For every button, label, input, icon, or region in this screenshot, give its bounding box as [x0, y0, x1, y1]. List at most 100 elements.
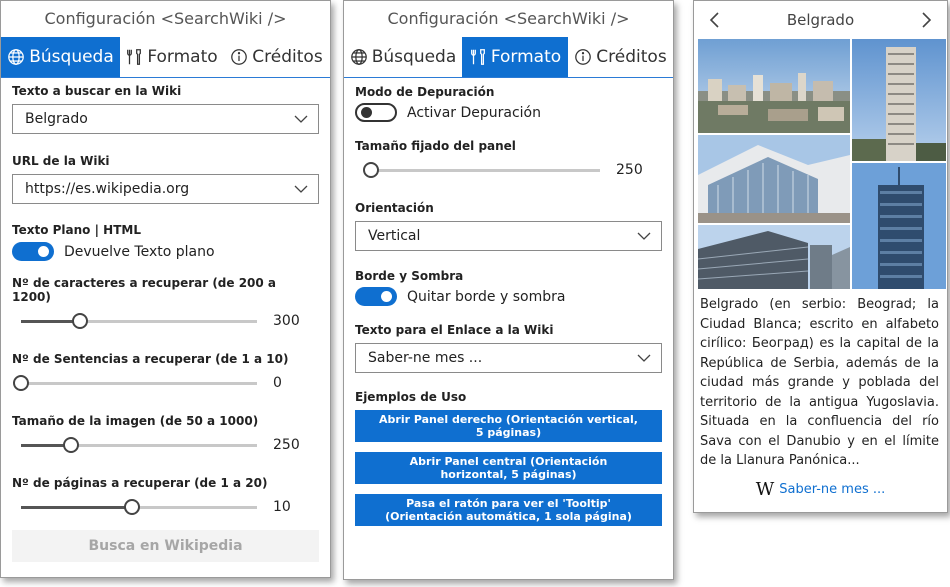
wiki-result-panel: Belgrado Belgrado (en serbio: Beograd; l… [693, 0, 948, 513]
orientation-label: Orientación [355, 201, 434, 215]
chevron-down-icon [294, 185, 308, 193]
toggle-knob [381, 291, 392, 302]
url-label: URL de la Wiki [12, 154, 110, 168]
chars-value: 300 [273, 313, 300, 329]
link-text-label: Texto para el Enlace a la Wiki [355, 323, 554, 337]
tab-label: Créditos [596, 47, 667, 67]
debug-toggle-text: Activar Depuración [407, 104, 541, 121]
link-text-value: Saber-ne mes ... [368, 350, 483, 366]
format-toggle-row: Devuelve Texto plano [12, 242, 319, 261]
globe-icon [8, 49, 25, 65]
glass-tower-photo[interactable] [852, 163, 946, 289]
chars-label: Nº de caracteres a recuperar (de 200 a 1… [12, 276, 277, 304]
open-right-panel-button[interactable]: Abrir Panel derecho (Orientación vertica… [355, 410, 662, 442]
tab-label: Formato [490, 47, 562, 67]
examples-label: Ejemplos de Uso [355, 390, 467, 404]
orientation-select[interactable]: Vertical [355, 221, 662, 251]
wikipedia-logo-icon: W [755, 478, 775, 500]
article-extract: Belgrado (en serbio: Beograd; la Ciudad … [700, 297, 939, 468]
panel-size-slider[interactable] [363, 161, 600, 178]
building-photo[interactable] [698, 225, 850, 289]
url-input[interactable]: https://es.wikipedia.org [12, 174, 319, 204]
globe-icon [350, 49, 367, 65]
search-input[interactable]: Belgrado [12, 104, 319, 134]
toggle-knob [38, 246, 49, 257]
border-label: Borde y Sombra [355, 269, 464, 283]
config-panel-formato: Configuración <SearchWiki /> Búsqueda Fo… [343, 0, 674, 580]
more-link-text: Saber-ne mes ... [779, 481, 886, 497]
image-slider-row: 250 [12, 434, 319, 456]
chevron-down-icon [637, 354, 651, 362]
tab-bar: Búsqueda Formato Créditos [344, 37, 673, 78]
format-toggle[interactable] [12, 242, 54, 261]
tab-bar: Búsqueda Formato Créditos [1, 37, 330, 78]
debug-label: Modo de Depuración [355, 85, 495, 99]
image-label: Tamaño de la imagen (de 50 a 1000) [12, 414, 259, 428]
panel-title: Configuración <SearchWiki /> [387, 9, 630, 28]
chevron-right-icon[interactable] [921, 11, 933, 29]
tab-label: Créditos [252, 47, 323, 67]
tab-label: Búsqueda [29, 47, 114, 67]
config-panel-busqueda: Configuración <SearchWiki /> Búsqueda Fo… [0, 0, 331, 578]
tab-formato[interactable]: Formato [120, 37, 223, 77]
tools-icon [127, 49, 142, 65]
pages-label: Nº de páginas a recuperar (de 1 a 20) [12, 476, 268, 490]
chars-slider[interactable] [21, 312, 257, 329]
city-photo[interactable] [698, 39, 850, 133]
orientation-value: Vertical [368, 228, 421, 244]
search-wikipedia-button[interactable]: Busca en Wikipedia [12, 530, 319, 562]
more-link[interactable]: W Saber-ne mes ... [694, 479, 947, 500]
pages-slider-row: 10 [12, 496, 319, 518]
format-toggle-text: Devuelve Texto plano [64, 243, 215, 260]
result-title: Belgrado [786, 11, 855, 29]
toggle-knob [361, 107, 372, 118]
pages-slider[interactable] [21, 498, 257, 515]
chars-slider-row: 300 [12, 310, 319, 332]
slider-thumb[interactable] [123, 498, 140, 515]
tab-creditos[interactable]: Créditos [568, 37, 673, 77]
border-toggle-text: Quitar borde y sombra [407, 288, 566, 305]
chevron-down-icon [637, 232, 651, 240]
tab-formato[interactable]: Formato [462, 37, 568, 77]
tab-creditos[interactable]: Créditos [223, 37, 330, 77]
slider-thumb[interactable] [72, 312, 88, 329]
modern-building-photo[interactable] [698, 135, 850, 223]
tab-label: Búsqueda [371, 47, 457, 67]
format-label: Texto Plano | HTML [12, 223, 141, 237]
chevron-down-icon [294, 115, 308, 123]
image-gallery [698, 39, 946, 289]
url-value: https://es.wikipedia.org [25, 181, 190, 197]
sentences-slider-row: 0 [12, 372, 319, 394]
panel-size-value: 250 [616, 162, 643, 178]
tab-label: Formato [147, 47, 218, 67]
slider-thumb[interactable] [13, 374, 29, 391]
sentences-value: 0 [273, 375, 282, 391]
info-icon [231, 49, 248, 65]
tools-icon [470, 49, 485, 65]
panel-size-label: Tamaño fijado del panel [355, 139, 516, 153]
slider-thumb[interactable] [363, 161, 380, 178]
info-icon [575, 49, 592, 65]
debug-toggle[interactable] [355, 103, 397, 122]
border-toggle-row: Quitar borde y sombra [355, 287, 662, 306]
search-value: Belgrado [25, 111, 88, 127]
tab-busqueda[interactable]: Búsqueda [344, 37, 462, 77]
image-value: 250 [273, 437, 300, 453]
border-toggle[interactable] [355, 287, 397, 306]
debug-toggle-row: Activar Depuración [355, 103, 662, 122]
sentences-slider[interactable] [13, 374, 257, 391]
sentences-label: Nº de Sentencias a recuperar (de 1 a 10) [12, 352, 289, 366]
chevron-left-icon[interactable] [708, 11, 720, 29]
result-header: Belgrado [694, 1, 947, 39]
tooltip-button[interactable]: Pasa el ratón para ver el 'Tooltip' (Ori… [355, 494, 662, 526]
tab-busqueda[interactable]: Búsqueda [1, 37, 120, 77]
image-slider[interactable] [21, 436, 257, 453]
link-text-input[interactable]: Saber-ne mes ... [355, 343, 662, 373]
open-center-panel-button[interactable]: Abrir Panel central (Orientación horizon… [355, 452, 662, 484]
slider-fill [21, 505, 132, 509]
panel-title: Configuración <SearchWiki /> [44, 9, 287, 28]
pages-value: 10 [273, 499, 291, 515]
tower-photo[interactable] [852, 39, 946, 161]
slider-thumb[interactable] [62, 436, 79, 453]
search-label: Texto a buscar en la Wiki [12, 84, 182, 98]
